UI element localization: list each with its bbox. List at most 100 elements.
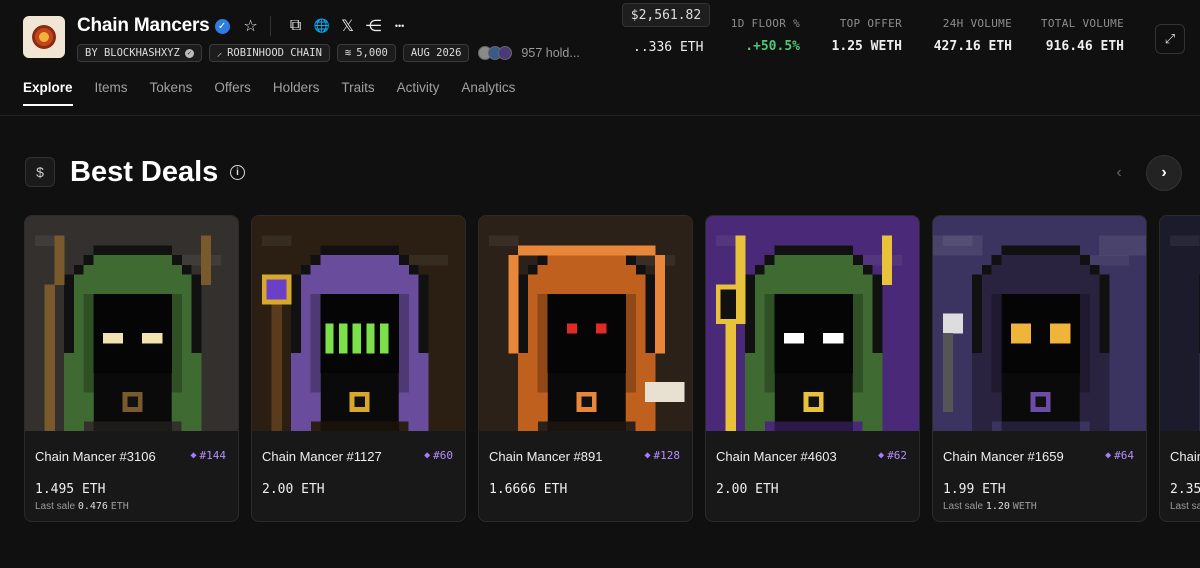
star-icon[interactable]: ☆: [238, 14, 264, 38]
x-icon[interactable]: 𝕏: [335, 14, 361, 38]
nft-card[interactable]: Chain Mancer #4603 ◆ #62 2.00 ETH: [705, 215, 920, 522]
rarity-rank: ◆ #64: [1105, 449, 1134, 462]
last-sale-unit: ETH: [110, 501, 129, 512]
last-sale: Last sale 1.20 WETH: [943, 501, 1037, 512]
share-icon[interactable]: ⋲: [361, 14, 387, 38]
diamond-icon: ◆: [424, 450, 431, 461]
nft-name: Chain Mancer #3106: [35, 449, 156, 464]
stat-24h-volume: 24H VOLUME 427.16 ETH: [934, 17, 1012, 54]
creator-label: BY BLOCKHASHXYZ: [85, 47, 180, 59]
nft-price: 2.35: [1170, 482, 1200, 497]
collection-title: Chain Mancers: [77, 15, 210, 36]
tab-traits[interactable]: Traits: [341, 80, 374, 106]
title-actions: ☆ ⧉ 🌐 𝕏 ⋲ •••: [238, 14, 413, 38]
chain-icon: ⸝: [216, 47, 223, 59]
rank-value: #60: [433, 449, 453, 462]
holder-avatars[interactable]: [478, 46, 513, 60]
rarity-rank: ◆ #144: [190, 449, 226, 462]
last-sale: Last sale 0.476 ETH: [35, 501, 129, 512]
creator-chip[interactable]: BY BLOCKHASHXYZ ✓: [77, 44, 202, 62]
nft-artwork-svg: [933, 216, 1146, 432]
action-divider: [269, 16, 271, 36]
carousel-next-button[interactable]: ›: [1146, 155, 1182, 191]
collection-chips: BY BLOCKHASHXYZ ✓ ⸝ ROBINHOOD CHAIN ≋ 5,000…: [77, 44, 580, 62]
nft-artwork[interactable]: [479, 216, 692, 432]
nft-artwork[interactable]: [252, 216, 465, 432]
verified-small-icon: ✓: [184, 48, 194, 58]
rarity-rank: ◆ #128: [644, 449, 680, 462]
floor-price-value: ..336 ETH: [633, 40, 704, 55]
nft-artwork-svg: [25, 216, 238, 432]
nft-price: 1.495 ETH: [35, 482, 106, 497]
supply-label: 5,000: [356, 47, 388, 59]
nft-artwork[interactable]: [1160, 216, 1200, 432]
best-deals-carousel: Chain Mancer #3106 ◆ #144 1.495 ETH Last sal…: [24, 215, 1200, 525]
nft-artwork-svg: [252, 216, 465, 432]
nft-price: 2.00 ETH: [716, 482, 779, 497]
nft-card[interactable]: Chain Mancer 2.35 Last sa: [1159, 215, 1200, 522]
nft-artwork[interactable]: [933, 216, 1146, 432]
nft-name: Chain Mancer #4603: [716, 449, 837, 464]
stat-1d-floor-: 1D FLOOR % .+50.5%: [731, 17, 800, 54]
tab-offers[interactable]: Offers: [214, 80, 251, 106]
stat-value: 427.16 ETH: [933, 39, 1012, 54]
nft-name: Chain Mancer #1127: [262, 449, 382, 464]
nft-card[interactable]: Chain Mancer #1127 ◆ #60 2.00 ETH: [251, 215, 466, 522]
nft-artwork[interactable]: [25, 216, 238, 432]
nft-card[interactable]: Chain Mancer #891 ◆ #128 1.6666 ETH: [478, 215, 693, 522]
nft-artwork[interactable]: [706, 216, 919, 432]
last-sale: Last sa: [1170, 501, 1200, 512]
section-title: Best Deals: [70, 156, 219, 188]
layers-icon: ≋: [344, 47, 352, 59]
rank-value: #64: [1114, 449, 1134, 462]
verified-icon: ✓: [214, 18, 230, 34]
nft-artwork-svg: [1160, 216, 1200, 432]
supply-chip: ≋ 5,000: [336, 44, 396, 62]
copy-icon[interactable]: ⧉: [283, 14, 309, 38]
stat-label: TOTAL VOLUME: [1040, 17, 1124, 30]
holders-count[interactable]: 957 hold...: [521, 46, 579, 60]
stat-total-volume: TOTAL VOLUME 916.46 ETH: [1041, 17, 1124, 54]
nft-price: 2.00 ETH: [262, 482, 325, 497]
last-sale-label: Last sale: [943, 501, 984, 512]
rank-value: #144: [199, 449, 227, 462]
tab-holders[interactable]: Holders: [273, 80, 320, 106]
collection-logo[interactable]: [23, 16, 65, 58]
rarity-rank: ◆ #62: [878, 449, 907, 462]
tab-analytics[interactable]: Analytics: [461, 80, 515, 106]
last-sale-unit: WETH: [1012, 501, 1037, 512]
diamond-icon: ◆: [190, 450, 197, 461]
collection-header: Chain Mancers ✓ ☆ ⧉ 🌐 𝕏 ⋲ ••• BY BLOCKHASHXYZ…: [0, 0, 1200, 116]
tab-explore[interactable]: Explore: [23, 80, 73, 106]
stat-top-offer: TOP OFFER 1.25 WETH: [832, 17, 902, 54]
date-chip: AUG 2026: [402, 44, 470, 62]
rank-value: #128: [653, 449, 681, 462]
stat-label: TOP OFFER: [839, 17, 902, 30]
stat-label: 1D FLOOR %: [730, 17, 800, 30]
price-tooltip: $2,561.82: [622, 3, 710, 27]
last-sale-value: 1.20: [985, 501, 1010, 512]
stat-value: 916.46 ETH: [1045, 39, 1124, 54]
stat-value: 1.25 WETH: [831, 39, 902, 54]
chain-label: ROBINHOOD CHAIN: [227, 47, 322, 59]
more-icon[interactable]: •••: [387, 14, 413, 38]
nft-card[interactable]: Chain Mancer #1659 ◆ #64 1.99 ETH Last sale …: [932, 215, 1147, 522]
diamond-icon: ◆: [878, 450, 885, 461]
rarity-rank: ◆ #60: [424, 449, 453, 462]
stat-label: 24H VOLUME: [942, 17, 1012, 30]
nft-artwork-svg: [479, 216, 692, 432]
nft-card[interactable]: Chain Mancer #3106 ◆ #144 1.495 ETH Last sal…: [24, 215, 239, 522]
nft-name: Chain Mancer #1659: [943, 449, 1064, 464]
globe-icon[interactable]: 🌐: [309, 14, 335, 38]
tab-tokens[interactable]: Tokens: [150, 80, 193, 106]
nft-price: 1.6666 ETH: [489, 482, 568, 497]
tab-activity[interactable]: Activity: [397, 80, 440, 106]
carousel-prev-button[interactable]: ‹: [1101, 155, 1137, 191]
tab-items[interactable]: Items: [95, 80, 128, 106]
info-icon[interactable]: i: [230, 165, 245, 180]
expand-icon[interactable]: ⤢: [1155, 24, 1185, 54]
stat-value: .+50.5%: [745, 39, 800, 54]
chain-chip[interactable]: ⸝ ROBINHOOD CHAIN: [208, 44, 330, 62]
last-sale-label: Last sa: [1170, 501, 1200, 512]
nft-price: 1.99 ETH: [943, 482, 1006, 497]
